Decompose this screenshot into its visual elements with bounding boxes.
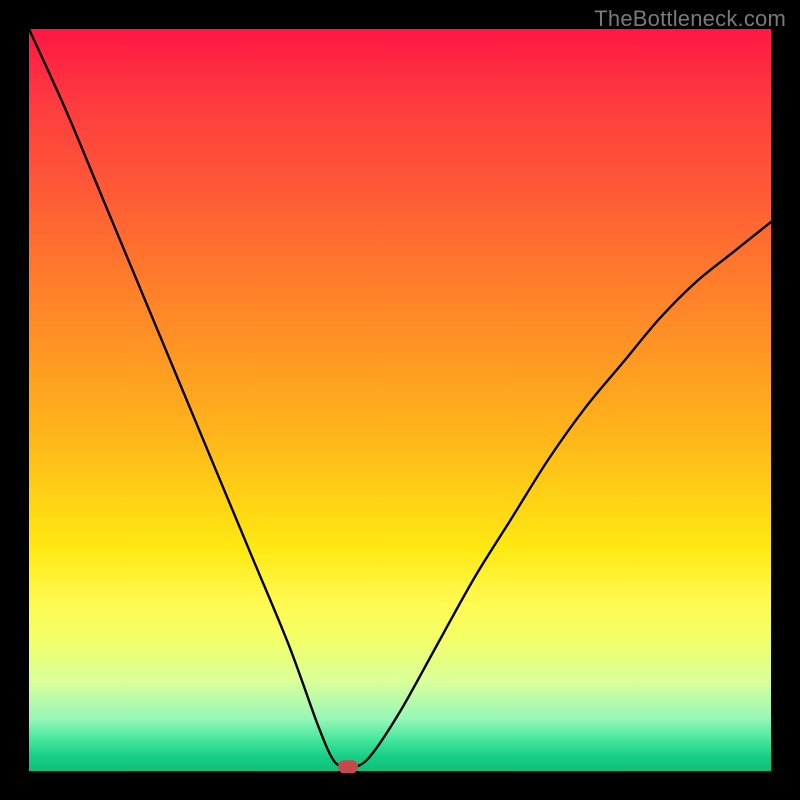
bottleneck-curve [29,29,771,771]
watermark-text: TheBottleneck.com [594,6,786,32]
chart-frame: TheBottleneck.com [0,0,800,800]
curve-right-branch [355,222,771,767]
minimum-marker [338,760,358,773]
plot-area [29,29,771,771]
curve-left-branch [29,29,344,767]
